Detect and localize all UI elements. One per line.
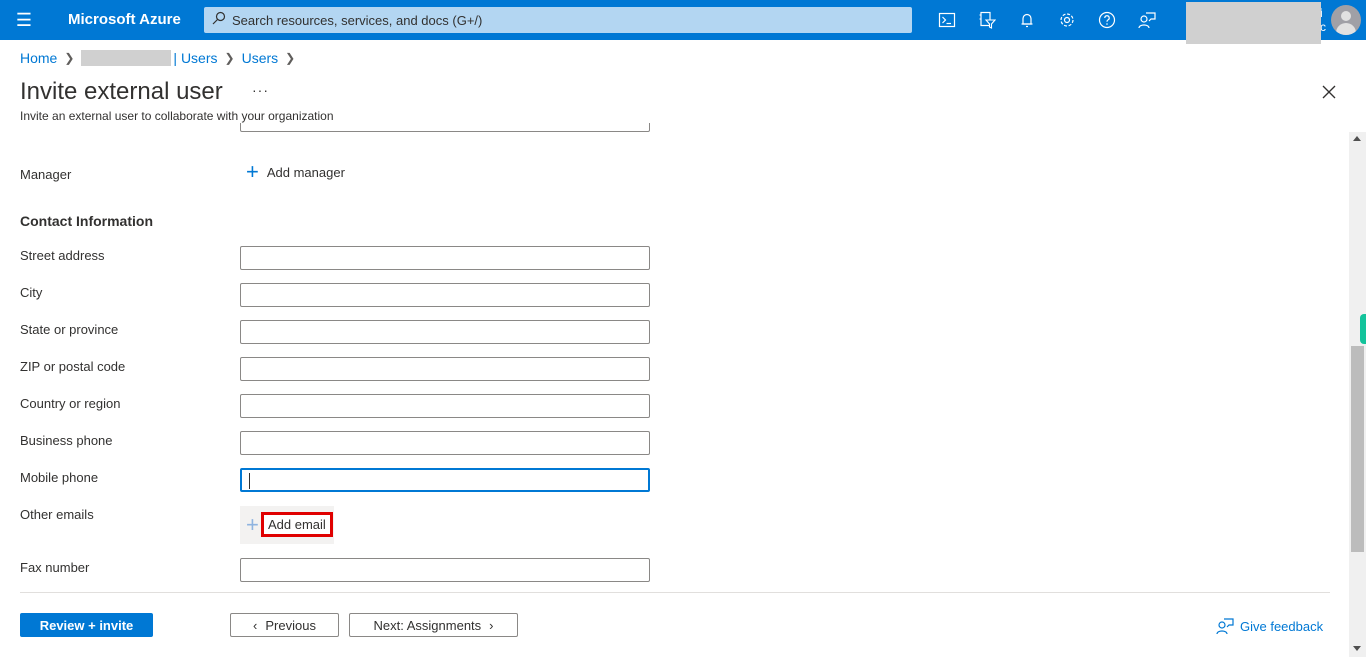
state-label: State or province [20, 322, 119, 337]
business-phone-label: Business phone [20, 433, 113, 448]
zip-label: ZIP or postal code [20, 359, 126, 374]
menu-icon[interactable]: ☰ [12, 10, 36, 30]
add-manager-button[interactable]: + Add manager [240, 158, 345, 186]
directory-filter-icon[interactable] [975, 8, 999, 32]
chevron-right-icon: ❯ [285, 51, 296, 65]
state-input[interactable] [240, 320, 650, 344]
avatar-head-icon [1341, 11, 1351, 21]
close-icon[interactable] [1320, 83, 1338, 101]
breadcrumb-tenant-users[interactable]: | Users [173, 50, 217, 66]
side-panel-tab[interactable] [1360, 314, 1366, 344]
plus-icon: + [246, 512, 259, 537]
breadcrumb: Home ❯ | Users ❯ Users ❯ [20, 50, 302, 66]
top-bar: ☰ Microsoft Azure i c [0, 0, 1366, 40]
previous-button[interactable]: ‹ Previous [230, 613, 339, 637]
previous-label: Previous [265, 617, 316, 633]
chevron-left-icon: ‹ [253, 617, 258, 633]
redacted-tenant-name [81, 50, 172, 66]
form-scroll-area: Manager + Add manager Contact Informatio… [0, 123, 1350, 590]
notifications-icon[interactable] [1015, 8, 1039, 32]
chevron-right-icon: ❯ [224, 51, 235, 65]
next-assignments-button[interactable]: Next: Assignments › [349, 613, 518, 637]
search-input[interactable] [232, 7, 902, 33]
office-location-input[interactable] [240, 123, 650, 132]
fax-number-input[interactable] [240, 558, 650, 582]
other-emails-label: Other emails [20, 507, 94, 522]
settings-icon[interactable] [1055, 8, 1079, 32]
next-label: Next: Assignments [373, 617, 482, 633]
add-email-label: Add email [261, 512, 333, 537]
brand-title[interactable]: Microsoft Azure [68, 11, 181, 28]
chevron-right-icon: › [489, 617, 494, 633]
chevron-right-icon: ❯ [64, 51, 75, 65]
country-label: Country or region [20, 396, 121, 411]
city-label: City [20, 285, 43, 300]
mobile-phone-label: Mobile phone [20, 470, 99, 485]
plus-icon: + [246, 159, 259, 184]
scrollbar-thumb[interactable] [1351, 346, 1364, 552]
vertical-scrollbar[interactable] [1349, 132, 1366, 657]
page-subtitle: Invite an external user to collaborate w… [20, 109, 334, 123]
review-invite-button[interactable]: Review + invite [20, 613, 153, 637]
breadcrumb-home[interactable]: Home [20, 50, 57, 66]
add-manager-label: Add manager [266, 164, 345, 180]
give-feedback-link[interactable]: Give feedback [1216, 617, 1323, 635]
city-input[interactable] [240, 283, 650, 307]
country-input[interactable] [240, 394, 650, 418]
scroll-up-arrow-icon[interactable] [1353, 136, 1361, 141]
more-options-button[interactable]: ··· [252, 82, 269, 98]
text-cursor [249, 473, 250, 489]
help-icon[interactable] [1095, 8, 1119, 32]
give-feedback-label: Give feedback [1240, 618, 1324, 634]
cloud-shell-icon[interactable] [935, 8, 959, 32]
redacted-account-block [1186, 2, 1321, 44]
scroll-down-arrow-icon[interactable] [1353, 646, 1361, 651]
footer-divider [20, 592, 1330, 593]
fax-number-label: Fax number [20, 560, 90, 575]
search-icon [212, 11, 226, 27]
avatar-body-icon [1336, 23, 1356, 35]
zip-input[interactable] [240, 357, 650, 381]
contact-information-heading: Contact Information [20, 213, 153, 229]
feedback-icon[interactable] [1135, 8, 1159, 32]
add-email-button[interactable]: + Add email [240, 506, 334, 544]
global-search[interactable] [204, 7, 912, 33]
business-phone-input[interactable] [240, 431, 650, 455]
page-title: Invite external user [20, 78, 223, 105]
feedback-icon [1216, 618, 1234, 635]
street-address-input[interactable] [240, 246, 650, 270]
manager-label: Manager [20, 167, 72, 182]
mobile-phone-input[interactable] [240, 468, 650, 492]
street-address-label: Street address [20, 248, 105, 263]
avatar[interactable] [1331, 5, 1361, 35]
breadcrumb-users[interactable]: Users [242, 50, 279, 66]
